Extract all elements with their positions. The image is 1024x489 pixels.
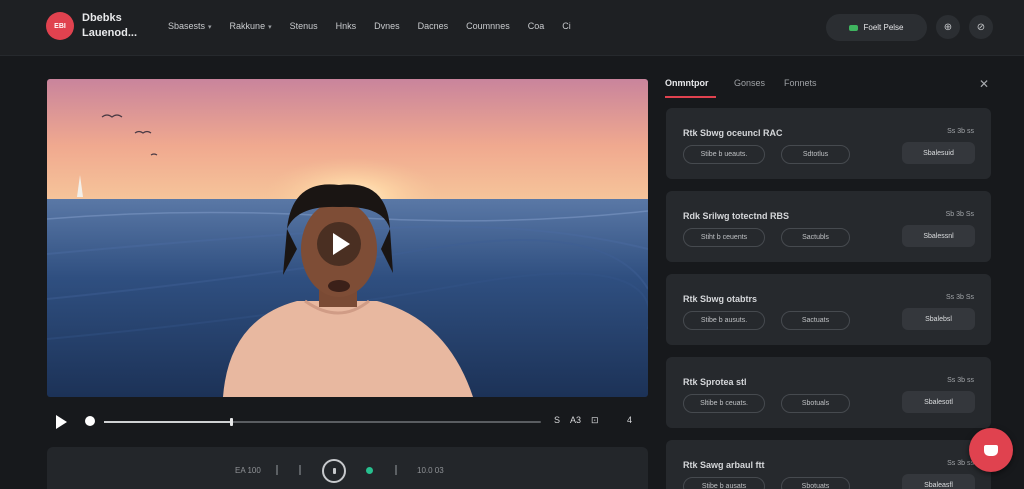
- fullscreen-icon[interactable]: 4: [627, 415, 632, 425]
- item-action-button[interactable]: Sbaleasfl: [902, 474, 975, 489]
- user-button[interactable]: ⊘: [969, 15, 993, 39]
- tab-3[interactable]: Fonnets: [784, 78, 817, 88]
- chat-fab-button[interactable]: [969, 428, 1013, 472]
- nav-label: Sbasests: [168, 21, 206, 31]
- play-icon[interactable]: [56, 415, 67, 429]
- mark-icon[interactable]: [299, 465, 301, 475]
- item-meta: Ss 3b Ss: [945, 294, 974, 301]
- close-icon[interactable]: ✕: [979, 77, 989, 91]
- promo-button[interactable]: Foelt Pelse: [826, 14, 927, 41]
- active-tab-indicator: [665, 96, 716, 98]
- item-chip[interactable]: Stibe b ausuts.: [683, 311, 765, 330]
- list-item[interactable]: Rtk Sbwg oceuncl RAC Ss 3b ss Stibe b ue…: [666, 108, 991, 179]
- nav-item-7[interactable]: Coumnnes: [466, 21, 510, 31]
- player-controls: S A3 ⊡ 4: [47, 405, 648, 439]
- logo-line-1: Dbebks: [82, 12, 122, 24]
- item-chip[interactable]: Stibe b ueauts.: [683, 145, 765, 164]
- media-toolbar: EA 100 10.0 03: [47, 447, 648, 489]
- item-action-button[interactable]: Sbalesuid: [902, 142, 975, 164]
- volume-icon[interactable]: [85, 416, 95, 426]
- item-chip[interactable]: Stibe b ausats: [683, 477, 765, 489]
- nav-item-8[interactable]: Coa: [528, 21, 545, 31]
- item-action-button[interactable]: Sbalebsl: [902, 308, 975, 330]
- quality-icon[interactable]: A3: [570, 415, 581, 425]
- item-meta: Ss 3b ss: [947, 377, 974, 384]
- nav-item-6[interactable]: Dacnes: [418, 21, 449, 31]
- status-dot-icon: [366, 467, 373, 474]
- list-item[interactable]: Rtk Sprotea stl Ss 3b ss Sltibe b ceuats…: [666, 357, 991, 428]
- info-button[interactable]: ⊕: [936, 15, 960, 39]
- promo-dot-icon: [849, 24, 859, 31]
- item-action-button[interactable]: Sbalessnl: [902, 225, 975, 247]
- list-item[interactable]: Rtk Sbwg otabtrs Ss 3b Ss Stibe b ausuts…: [666, 274, 991, 345]
- settings-icon[interactable]: S: [554, 415, 560, 425]
- item-title: Rtk Sawg arbaul ftt: [683, 460, 765, 470]
- seek-handle[interactable]: [229, 418, 233, 426]
- item-meta: Ss 3b ss: [947, 460, 974, 467]
- nav-item-5[interactable]: Dvnes: [374, 21, 400, 31]
- seek-bar[interactable]: [104, 418, 541, 426]
- divider: [276, 465, 278, 475]
- item-chip[interactable]: Sltibe b ceuats.: [683, 394, 765, 413]
- logo-badge[interactable]: EBI: [46, 12, 74, 40]
- promo-label: Foelt Pelse: [863, 23, 904, 32]
- top-navbar: EBI Dbebks Lauenod... Sbasests ▾ Rakkune ▾…: [0, 0, 1024, 56]
- item-chip[interactable]: Sbotuals: [781, 394, 850, 413]
- tab-2[interactable]: Gonses: [734, 78, 765, 88]
- item-title: Rtk Sbwg oceuncl RAC: [683, 128, 783, 138]
- nav-item-2[interactable]: Rakkune ▾: [230, 21, 272, 31]
- divider: [395, 465, 397, 475]
- item-chip[interactable]: Sdtotlus: [781, 145, 850, 164]
- item-title: Rtk Sprotea stl: [683, 377, 747, 387]
- nav-item-3[interactable]: Stenus: [290, 21, 318, 31]
- list-item[interactable]: Rtk Sawg arbaul ftt Ss 3b ss Stibe b aus…: [666, 440, 991, 489]
- chevron-down-icon: ▾: [268, 24, 272, 31]
- seek-progress: [104, 421, 231, 423]
- logo-text[interactable]: Dbebks Lauenod...: [82, 11, 137, 41]
- nav-item-9[interactable]: Ci: [562, 21, 571, 31]
- item-chip[interactable]: Sactuats: [781, 311, 850, 330]
- nav-item-1[interactable]: Sbasests ▾: [168, 21, 212, 31]
- chat-icon: [984, 444, 998, 456]
- item-action-button[interactable]: Sbalesotl: [902, 391, 975, 413]
- main-nav: Sbasests ▾ Rakkune ▾ Stenus Hnks Dvnes Dac…: [168, 21, 571, 31]
- panel-tabs: Onmntpor Gonses Fonnets ✕: [665, 77, 991, 100]
- item-chip[interactable]: Sbotuats: [781, 477, 850, 489]
- item-chip[interactable]: Sactubls: [781, 228, 850, 247]
- nav-label: Rakkune: [229, 21, 266, 31]
- item-meta: Sb 3b Ss: [945, 211, 974, 218]
- chevron-down-icon: ▾: [208, 24, 212, 31]
- captions-icon[interactable]: ⊡: [591, 415, 599, 426]
- user-icon: ⊘: [976, 21, 986, 33]
- item-meta: Ss 3b ss: [947, 128, 974, 135]
- logo-line-2: Lauenod...: [82, 27, 137, 39]
- toolbar-left-label: EA 100: [235, 466, 261, 475]
- toolbar-right-label: 10.0 03: [417, 466, 444, 475]
- record-icon: [332, 468, 336, 474]
- video-player[interactable]: [47, 79, 648, 397]
- tab-1[interactable]: Onmntpor: [665, 78, 709, 88]
- list-item[interactable]: Rdk Srilwg totectnd RBS Sb 3b Ss Stiht b…: [666, 191, 991, 262]
- play-icon: [332, 233, 350, 255]
- play-overlay-button[interactable]: [317, 222, 361, 266]
- record-button[interactable]: [322, 459, 346, 483]
- item-chip[interactable]: Stiht b ceuents: [683, 228, 765, 247]
- nav-item-4[interactable]: Hnks: [336, 21, 357, 31]
- item-title: Rtk Sbwg otabtrs: [683, 294, 758, 304]
- info-icon: ⊕: [943, 21, 953, 33]
- item-title: Rdk Srilwg totectnd RBS: [683, 211, 790, 221]
